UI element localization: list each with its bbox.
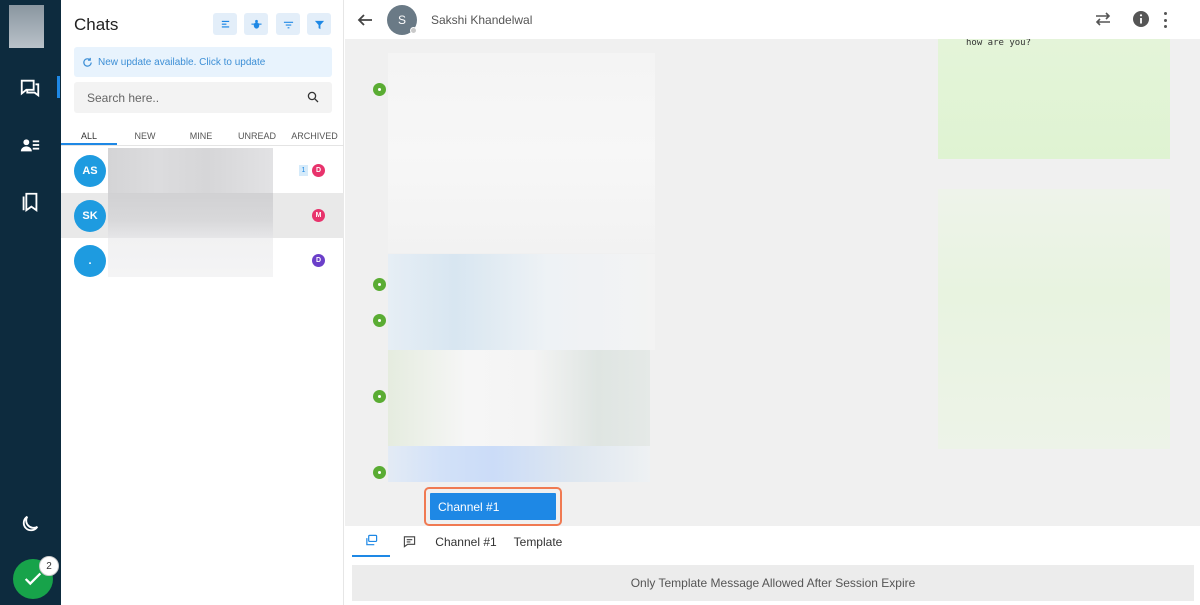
filter-lines-icon bbox=[283, 21, 293, 28]
panel-title: Chats bbox=[74, 15, 119, 34]
chats-icon[interactable] bbox=[18, 76, 42, 100]
incoming-message bbox=[938, 189, 1170, 449]
assigned-agent-badge: D bbox=[312, 254, 325, 267]
update-banner[interactable]: New update available. Click to update bbox=[74, 47, 332, 77]
tab-unread[interactable]: UNREAD bbox=[229, 128, 285, 145]
tab-all[interactable]: ALL bbox=[61, 128, 117, 145]
tab-channel-1[interactable]: Channel #1 bbox=[431, 526, 501, 557]
contact-name[interactable]: Sakshi Khandelwal bbox=[431, 13, 532, 27]
funnel-icon bbox=[314, 20, 324, 29]
search-placeholder: Search here.. bbox=[87, 90, 160, 105]
tab-template[interactable]: Template bbox=[508, 526, 568, 557]
channels-icon bbox=[365, 534, 377, 546]
chat-list-item[interactable]: . D bbox=[61, 238, 344, 283]
channel-option[interactable]: Channel #1 bbox=[430, 493, 556, 520]
tab-new[interactable]: NEW bbox=[117, 128, 173, 145]
rail-active-indicator bbox=[57, 76, 60, 98]
redacted-message bbox=[388, 53, 655, 253]
transfer-icon[interactable] bbox=[1094, 10, 1112, 33]
delivered-status-icon bbox=[373, 83, 386, 96]
info-icon[interactable] bbox=[1132, 10, 1150, 33]
chat-filter-tabs: ALL NEW MINE UNREAD ARCHIVED bbox=[61, 128, 344, 146]
contact-presence-dot bbox=[410, 27, 417, 34]
incoming-message bbox=[938, 39, 1170, 159]
dark-mode-icon[interactable] bbox=[18, 512, 42, 536]
more-options-icon[interactable] bbox=[1163, 12, 1167, 28]
notification-badge: 2 bbox=[39, 556, 59, 576]
redacted-message bbox=[388, 254, 655, 350]
redacted-chat-preview bbox=[108, 193, 273, 238]
tab-archived[interactable]: ARCHIVED bbox=[285, 128, 344, 145]
sort-button[interactable] bbox=[213, 13, 237, 35]
assigned-agent-badge: M bbox=[312, 209, 325, 222]
avatar: . bbox=[74, 245, 106, 277]
tab-mine[interactable]: MINE bbox=[173, 128, 229, 145]
align-icon bbox=[221, 20, 229, 28]
bug-icon bbox=[250, 19, 262, 29]
contacts-icon[interactable] bbox=[18, 133, 42, 157]
back-arrow-icon[interactable] bbox=[356, 11, 374, 34]
message-list: how are you? bbox=[345, 39, 1200, 526]
message-icon bbox=[403, 536, 415, 548]
delivered-status-icon bbox=[373, 390, 386, 403]
conversation-pane: S Sakshi Khandelwal how are you? Channel… bbox=[345, 0, 1200, 605]
chat-list-item[interactable]: AS 1 D bbox=[61, 148, 344, 193]
bookmarks-icon[interactable] bbox=[18, 190, 42, 214]
redacted-chat-preview bbox=[108, 238, 273, 277]
avatar: AS bbox=[74, 155, 106, 187]
delivered-status-icon bbox=[373, 314, 386, 327]
conversation-header: S Sakshi Khandelwal bbox=[345, 0, 1200, 39]
unread-count-badge: 1 bbox=[299, 165, 308, 176]
search-input[interactable]: Search here.. bbox=[74, 82, 332, 113]
update-banner-text: New update available. Click to update bbox=[98, 56, 266, 68]
redacted-message bbox=[388, 350, 650, 446]
chat-list-panel: Chats New update available. Click to upd… bbox=[61, 0, 344, 605]
chat-list-item[interactable]: SK M bbox=[61, 193, 344, 238]
search-icon[interactable] bbox=[307, 91, 319, 106]
channel-select-popup: Channel #1 bbox=[424, 487, 562, 526]
redacted-chat-preview bbox=[108, 148, 273, 193]
bot-button[interactable] bbox=[244, 13, 268, 35]
tab-notes[interactable] bbox=[395, 526, 423, 557]
assigned-agent-badge: D bbox=[312, 164, 325, 177]
incoming-message-text: how are you? bbox=[966, 39, 1032, 48]
composer-tabs: Channel #1 Template bbox=[345, 526, 1200, 559]
workspace-logo[interactable] bbox=[9, 5, 44, 48]
filter-lines-button[interactable] bbox=[276, 13, 300, 35]
redacted-message bbox=[388, 446, 650, 482]
session-expired-notice: Only Template Message Allowed After Sess… bbox=[352, 565, 1194, 601]
left-rail: 2 bbox=[0, 0, 61, 605]
delivered-status-icon bbox=[373, 466, 386, 479]
refresh-icon bbox=[82, 57, 93, 68]
avatar: SK bbox=[74, 200, 106, 232]
delivered-status-icon bbox=[373, 278, 386, 291]
tab-channels[interactable] bbox=[352, 526, 390, 557]
funnel-filter-button[interactable] bbox=[307, 13, 331, 35]
